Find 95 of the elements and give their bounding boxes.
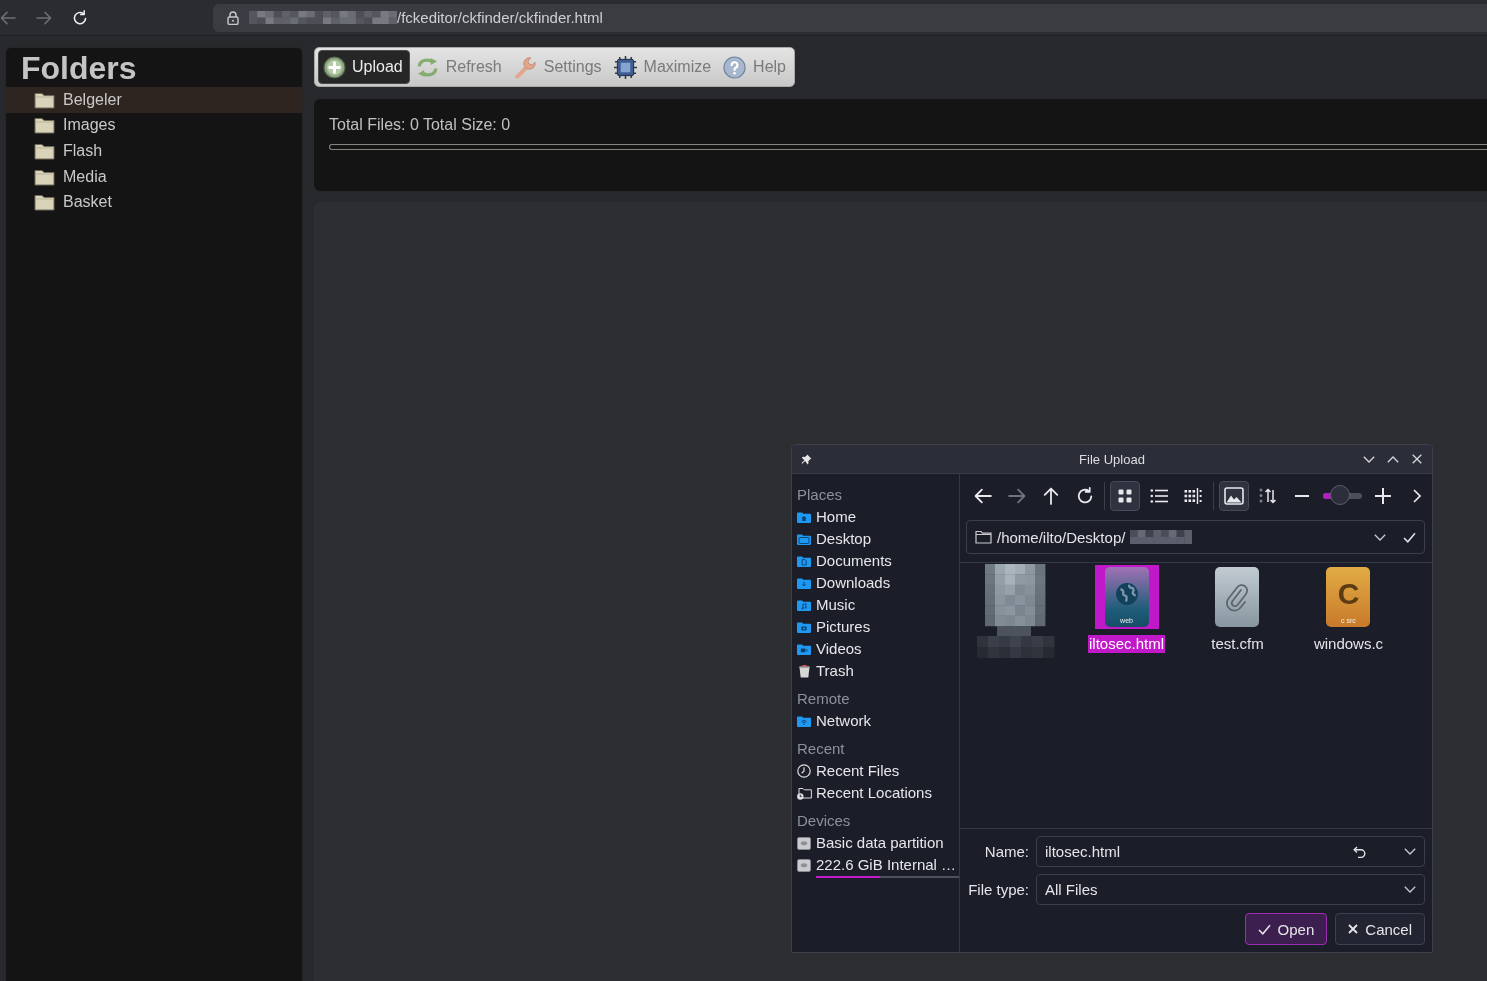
reload-button[interactable] [72,9,88,26]
section-heading: Devices [797,811,852,831]
folder-tree-item[interactable]: Belgeler [6,87,302,113]
folder-icon [975,530,992,544]
dialog-title: File Upload [1079,451,1145,467]
reload-icon [72,9,88,26]
folder-clock-icon [796,786,812,800]
slider-handle[interactable] [1330,484,1351,505]
folder-icon [34,193,55,212]
close-button[interactable] [1410,452,1424,466]
chevron-down-icon [1374,533,1386,541]
list-icon [1150,486,1169,505]
places-item[interactable]: Pictures [797,616,959,638]
plus-circle-icon [323,55,346,79]
places-item[interactable]: Network [797,710,959,732]
home-folder-icon [797,511,811,523]
arrow-right-icon [1007,486,1026,505]
pin-button[interactable] [801,453,812,465]
videos-folder-icon [797,643,811,655]
file-type-dropdown[interactable]: All Files [1036,874,1425,905]
upload-button[interactable]: Upload [318,50,410,84]
name-field[interactable]: iltosec.html [1036,836,1425,867]
path-field[interactable]: /home/ilto/Desktop/ [966,520,1425,554]
music-folder-icon [797,599,811,611]
places-item[interactable]: Documents [797,550,959,572]
pictures-folder-icon [797,621,811,633]
places-item[interactable]: Downloads [797,572,959,594]
section-heading: Places [797,485,844,505]
places-item[interactable]: Basic data partition [797,832,959,854]
wrench-icon [513,55,537,79]
minus-icon [1294,494,1309,497]
url-text: /fckeditor/ckfinder/ckfinder.html [397,9,603,26]
chevron-right-icon [1413,488,1422,503]
drive-icon [797,858,811,872]
folder-tree-item[interactable]: Flash [6,138,302,164]
close-icon [1348,924,1359,934]
places-item[interactable]: Videos [797,638,959,660]
lock-icon [227,10,239,25]
check-icon [1257,923,1271,935]
reload-icon [1075,486,1094,505]
file-item[interactable]: test.cfm [1210,564,1265,653]
drive-icon [797,836,811,850]
field-label: Name: [983,843,1029,860]
folder-icon [34,142,55,160]
cancel-button[interactable]: Cancel [1335,913,1425,945]
refresh-icon [415,55,439,79]
places-item[interactable]: Trash [797,660,959,682]
folder-tree-item[interactable]: Images [6,112,302,139]
question-circle-icon [723,55,747,79]
trash-icon [798,664,810,678]
chevron-up-icon [1387,455,1399,463]
documents-folder-icon [797,555,811,567]
section-heading: Remote [797,689,851,709]
arrow-left-icon [0,9,16,26]
plus-icon [1375,487,1392,504]
open-button[interactable]: Open [1244,913,1328,945]
close-icon [1412,454,1422,464]
paperclip-file-icon [1215,567,1260,627]
places-item[interactable]: Recent Files [797,760,959,782]
check-icon [1403,531,1416,543]
folder-icon [34,116,55,135]
sort-icon [1258,486,1277,505]
preview-button[interactable] [1219,480,1249,511]
undo-icon [1353,845,1366,858]
folder-icon [34,167,55,186]
folder-icon [34,90,55,109]
chevron-down-icon [1404,886,1416,893]
section-heading: Recent [797,739,846,759]
icons-view-button[interactable] [1110,480,1141,511]
address-bar[interactable]: /fckeditor/ckfinder/ckfinder.html [213,3,1487,32]
places-item[interactable]: Home [797,506,959,528]
field-label: File type: [967,881,1029,898]
folder-icon [797,533,811,545]
network-folder-icon [797,715,811,727]
image-icon [1223,486,1244,505]
arrow-left-icon [973,486,992,505]
pixelated-block [1130,530,1193,544]
chip-icon [613,55,637,79]
arrow-right-icon [36,9,52,26]
folder-tree-item[interactable]: Basket [6,189,302,215]
pin-icon [801,453,812,465]
panel-title: Folders [20,49,138,87]
upload-summary: Total Files: 0 Total Size: 0 [329,116,512,134]
chevron-down-icon [1404,848,1416,855]
places-item[interactable]: Recent Locations [797,782,959,804]
places-item[interactable]: 222.6 GiB Internal … [797,854,959,876]
downloads-folder-icon [797,577,811,589]
folder-tree-item[interactable]: Media [6,163,302,190]
pixelated-file-item[interactable] [976,564,1055,658]
places-item[interactable]: Desktop [797,528,959,550]
chevron-down-icon [1363,455,1375,463]
arrow-up-icon [1041,486,1060,505]
columns-icon [1184,486,1203,505]
clock-icon [797,764,811,778]
places-item[interactable]: Music [797,594,959,616]
